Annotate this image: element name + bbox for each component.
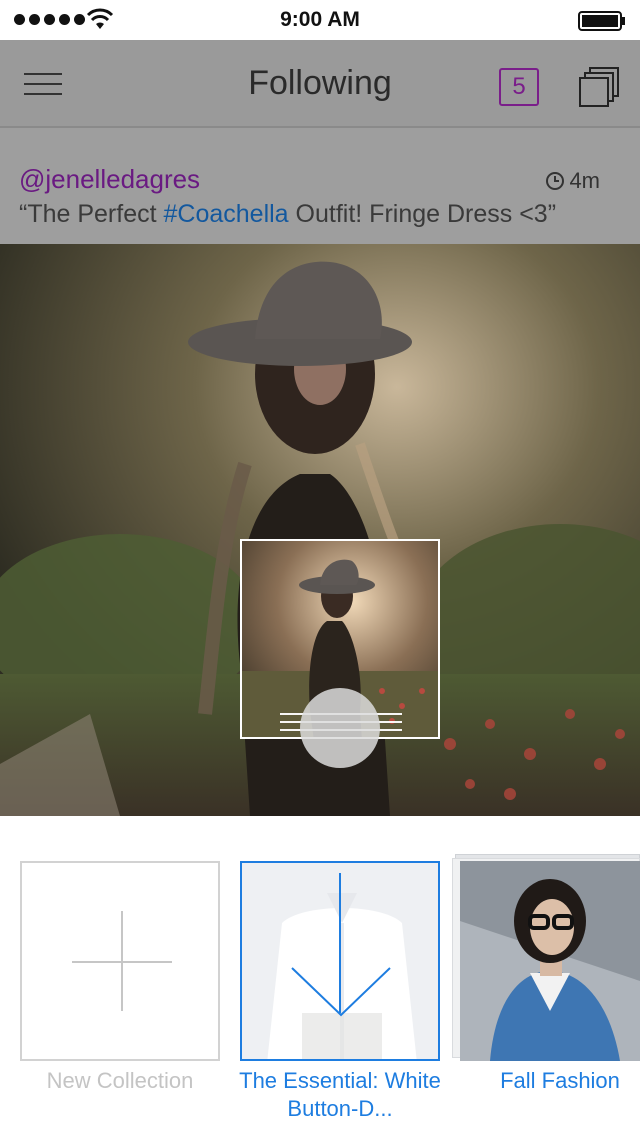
post-photo[interactable] <box>0 244 640 816</box>
status-bar: 9:00 AM <box>0 0 640 40</box>
battery-icon <box>578 11 625 31</box>
page-title: Following <box>248 64 392 102</box>
fall-fashion-collection-label[interactable]: Fall Fashion <box>470 1067 640 1095</box>
caption-text-end: Outfit! Fringe Dress <3” <box>288 200 557 228</box>
plus-icon-bar <box>72 961 172 963</box>
fall-fashion-collection-card[interactable] <box>460 861 640 1061</box>
status-time: 9:00 AM <box>280 8 360 31</box>
post-time-ago: 4m <box>569 168 600 193</box>
post-header: @jenelledagres 4m “The Perfect #Coachell… <box>0 128 640 244</box>
post-caption: “The Perfect #Coachella Outfit! Fringe D… <box>19 200 556 229</box>
fall-fashion-thumbnail <box>460 861 640 1061</box>
essential-collection-thumbnail <box>242 863 438 1059</box>
essential-collection-card[interactable] <box>240 861 440 1061</box>
drag-handle[interactable] <box>300 688 380 768</box>
essential-collection-label[interactable]: The Essential: White Button-D... <box>230 1067 450 1123</box>
caption-hashtag[interactable]: #Coachella <box>164 200 289 228</box>
stacked-squares-icon[interactable] <box>578 66 620 108</box>
nav-bar: Following 5 <box>0 40 640 128</box>
new-collection-card[interactable] <box>20 861 220 1061</box>
post-username[interactable]: @jenelledagres <box>19 164 200 195</box>
new-collection-label[interactable]: New Collection <box>20 1067 220 1095</box>
notification-count-badge[interactable]: 5 <box>499 68 539 106</box>
hamburger-menu-icon[interactable] <box>24 70 62 98</box>
caption-text-start: “The Perfect <box>19 200 164 228</box>
collections-tray: New Collection The Essential: White Butt… <box>0 816 640 1136</box>
clock-icon <box>546 172 565 190</box>
post-timestamp: 4m <box>545 168 600 194</box>
